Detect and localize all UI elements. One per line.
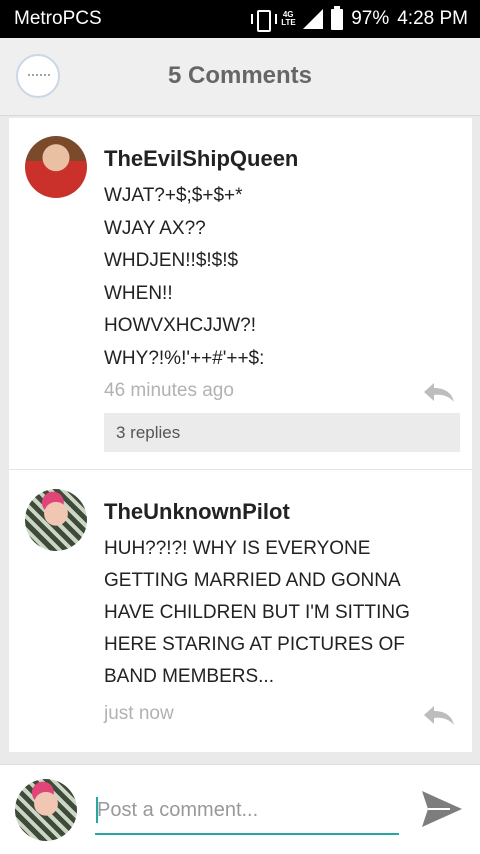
comment-timestamp: 46 minutes ago — [104, 380, 234, 401]
page-title: 5 Comments — [167, 62, 313, 89]
comments-list[interactable]: TheEvilShipQueen WJAT?+$;$+$+* WJAY AX??… — [9, 118, 472, 752]
comment-input[interactable] — [95, 793, 399, 835]
status-bar: MetroPCS 4G LTE 97% 4:28 PM — [0, 0, 480, 38]
send-icon[interactable] — [420, 789, 464, 829]
comment-username[interactable]: TheEvilShipQueen — [104, 146, 298, 172]
current-user-avatar — [15, 779, 77, 841]
battery-percent: 97% — [351, 8, 390, 29]
reply-icon[interactable] — [422, 381, 456, 403]
text-caret — [96, 797, 98, 823]
comment-composer — [0, 764, 480, 854]
comment-item[interactable]: TheEvilShipQueen WJAT?+$;$+$+* WJAY AX??… — [9, 118, 472, 470]
cell-signal-icon — [303, 9, 324, 29]
network-type-label: 4G LTE — [281, 10, 296, 27]
avatar[interactable] — [25, 489, 87, 551]
avatar[interactable] — [25, 136, 87, 198]
status-icons: 4G LTE 97% 4:28 PM — [251, 5, 468, 32]
comment-text: WJAT?+$;$+$+* WJAY AX?? WHDJEN!!$!$!$ WH… — [104, 185, 265, 369]
comment-text: HUH??!?! WHY IS EVERYONE GETTING MARRIED… — [104, 538, 410, 687]
comments-header: 5 Comments — [0, 38, 480, 116]
reply-icon[interactable] — [422, 704, 456, 726]
clock: 4:28 PM — [397, 8, 468, 29]
carrier-label: MetroPCS — [14, 8, 102, 29]
comment-timestamp: just now — [104, 703, 174, 724]
comment-username[interactable]: TheUnknownPilot — [104, 499, 290, 525]
comment-item[interactable]: TheUnknownPilot HUH??!?! WHY IS EVERYONE… — [9, 471, 472, 752]
vibrate-icon — [251, 9, 278, 32]
battery-icon — [331, 5, 344, 30]
view-replies-button[interactable]: 3 replies — [104, 413, 460, 452]
